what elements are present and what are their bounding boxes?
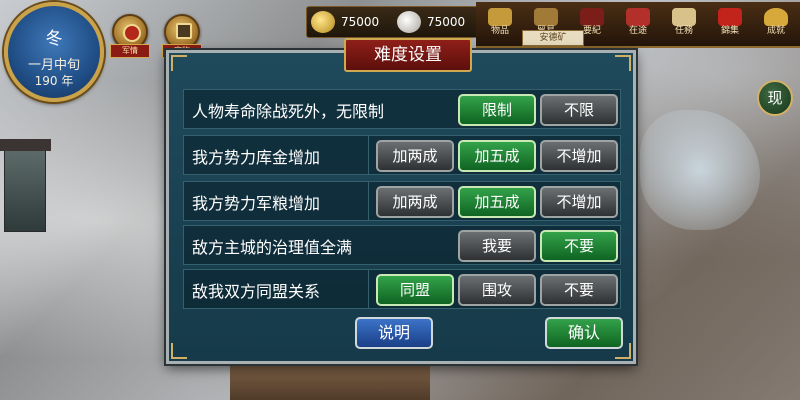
option-none-button[interactable]: 不要 (540, 274, 618, 306)
treasure-icon (176, 23, 192, 39)
setting-row-treasury: 我方势力库金增加 加两成 加五成 不增加 (183, 135, 621, 175)
achievement-icon (764, 8, 788, 26)
items-icon (488, 8, 512, 26)
map-location-plaque: 安德矿 (522, 30, 584, 46)
setting-row-enemy-governance: 敌方主城的治理值全满 我要 不要 (183, 225, 621, 265)
setting-label: 我方势力军粮增加 (192, 194, 321, 213)
season-calendar-dial[interactable]: 冬 一月中旬 190 年 (4, 2, 104, 102)
menu-collection-label: 錦集 (720, 26, 739, 36)
year-label: 190 年 (34, 74, 74, 88)
military-intel-button[interactable]: 军情 (110, 14, 150, 58)
military-intel-label: 军情 (110, 44, 150, 58)
difficulty-settings-dialog: 人物寿命除战死外，无限制 限制 不限 我方势力库金增加 加两成 加五成 不增加 … (166, 50, 636, 364)
menu-achievement-label: 成就 (766, 26, 785, 36)
menu-items-label: 物品 (490, 26, 509, 36)
menu-items-button[interactable]: 物品 (480, 6, 520, 42)
menu-in-transit-button[interactable]: 在途 (618, 6, 658, 42)
option-plus-20-button[interactable]: 加两成 (376, 140, 454, 172)
option-no-increase-button[interactable]: 不增加 (540, 186, 618, 218)
grain-resource: 75000 (397, 9, 465, 35)
frozen-river-scenery (640, 110, 760, 230)
grain-icon (397, 11, 421, 33)
menu-in-transit-label: 在途 (628, 26, 647, 36)
setting-row-provisions: 我方势力军粮增加 加两成 加五成 不增加 (183, 181, 621, 221)
setting-label: 我方势力库金增加 (192, 148, 321, 167)
menu-quest-label: 任務 (674, 26, 693, 36)
row-divider (368, 182, 369, 220)
dialog-title: 难度设置 (344, 38, 472, 72)
option-plus-50-button[interactable]: 加五成 (458, 186, 536, 218)
dialog-corner-ornament (171, 55, 187, 71)
option-dont-want-button[interactable]: 不要 (540, 230, 618, 262)
collection-icon (718, 8, 742, 26)
setting-row-lifespan: 人物寿命除战死外，无限制 限制 不限 (183, 89, 621, 129)
gold-resource: 75000 (311, 9, 379, 35)
option-siege-button[interactable]: 围攻 (458, 274, 536, 306)
option-plus-50-button[interactable]: 加五成 (458, 140, 536, 172)
menu-achievement-button[interactable]: 成就 (756, 6, 796, 42)
side-action-button[interactable]: 现 (757, 80, 793, 116)
gold-value: 75000 (341, 15, 380, 29)
grain-value: 75000 (427, 15, 466, 29)
setting-row-alliance: 敌我双方同盟关系 同盟 围攻 不要 (183, 269, 621, 309)
trade-icon (534, 8, 558, 26)
row-divider (368, 136, 369, 174)
resource-bar: 75000 75000 (306, 6, 478, 38)
setting-label: 敌方主城的治理值全满 (192, 238, 353, 257)
row-divider (368, 270, 369, 308)
option-limit-button[interactable]: 限制 (458, 94, 536, 126)
option-plus-20-button[interactable]: 加两成 (376, 186, 454, 218)
records-icon (580, 8, 604, 26)
month-label: 一月中旬 (27, 58, 80, 73)
help-button[interactable]: 说明 (355, 317, 433, 349)
dialog-corner-ornament (615, 55, 631, 71)
option-alliance-button[interactable]: 同盟 (376, 274, 454, 306)
option-no-increase-button[interactable]: 不增加 (540, 140, 618, 172)
watchtower-scenery (0, 139, 51, 232)
dialog-corner-ornament (171, 343, 187, 359)
treasure-button[interactable]: 宝物 (162, 14, 202, 58)
option-unlimited-button[interactable]: 不限 (540, 94, 618, 126)
menu-collection-button[interactable]: 錦集 (710, 6, 750, 42)
menu-quest-button[interactable]: 任務 (664, 6, 704, 42)
season-label: 冬 (45, 29, 63, 49)
setting-label: 人物寿命除战死外，无限制 (192, 102, 385, 121)
military-intel-icon (123, 24, 141, 42)
quest-icon (672, 8, 696, 26)
in-transit-icon (626, 8, 650, 26)
setting-label: 敌我双方同盟关系 (192, 282, 321, 301)
gold-icon (311, 11, 335, 33)
option-want-button[interactable]: 我要 (458, 230, 536, 262)
confirm-button[interactable]: 确认 (545, 317, 623, 349)
